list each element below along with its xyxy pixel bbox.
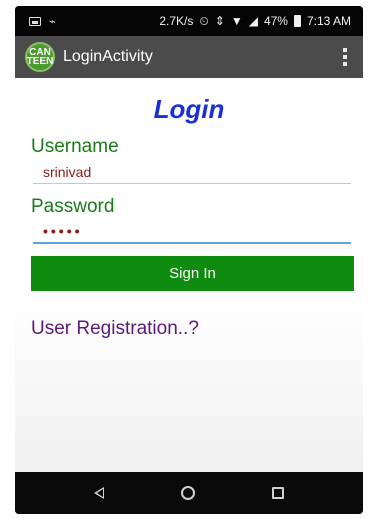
navigation-bar [15, 472, 363, 514]
action-bar: CAN TEEN LoginActivity [15, 36, 363, 78]
overflow-menu-icon[interactable] [343, 48, 347, 66]
recent-apps-icon[interactable] [272, 487, 285, 499]
battery-percent: 47% [263, 14, 288, 28]
alarm-icon: ⏲ [199, 13, 209, 28]
username-label: Username [31, 136, 119, 157]
back-icon[interactable] [93, 487, 104, 499]
battery-icon [293, 15, 301, 27]
phone-screen: ⌁ 2.7K/s ⏲ ⇕ ▼ ◢ 47% 7:13 AM CAN TEEN Log… [15, 6, 363, 514]
page-title: Login [153, 94, 225, 124]
home-icon[interactable] [180, 486, 195, 500]
password-label: Password [31, 196, 115, 217]
gallery-notification-icon [29, 16, 41, 26]
network-speed: 2.7K/s [159, 14, 194, 28]
clock: 7:13 AM [306, 14, 351, 28]
user-registration-link[interactable]: User Registration..? [31, 318, 199, 340]
logo-text-bottom: TEEN [26, 56, 54, 67]
pulse-notification-icon: ⌁ [49, 15, 56, 28]
login-form: Login Username srinivad Password ••••• S… [15, 78, 363, 472]
app-title: LoginActivity [63, 48, 153, 65]
wifi-icon: ▼ [230, 14, 243, 28]
data-transfer-icon: ⇕ [214, 14, 225, 28]
status-bar: ⌁ 2.7K/s ⏲ ⇕ ▼ ◢ 47% 7:13 AM [15, 6, 363, 36]
signin-button[interactable]: Sign In [31, 256, 354, 291]
signal-icon: ◢ [248, 14, 258, 28]
username-field[interactable]: srinivad [33, 160, 351, 184]
app-logo: CAN TEEN [25, 42, 55, 72]
password-field[interactable]: ••••• [33, 220, 351, 244]
